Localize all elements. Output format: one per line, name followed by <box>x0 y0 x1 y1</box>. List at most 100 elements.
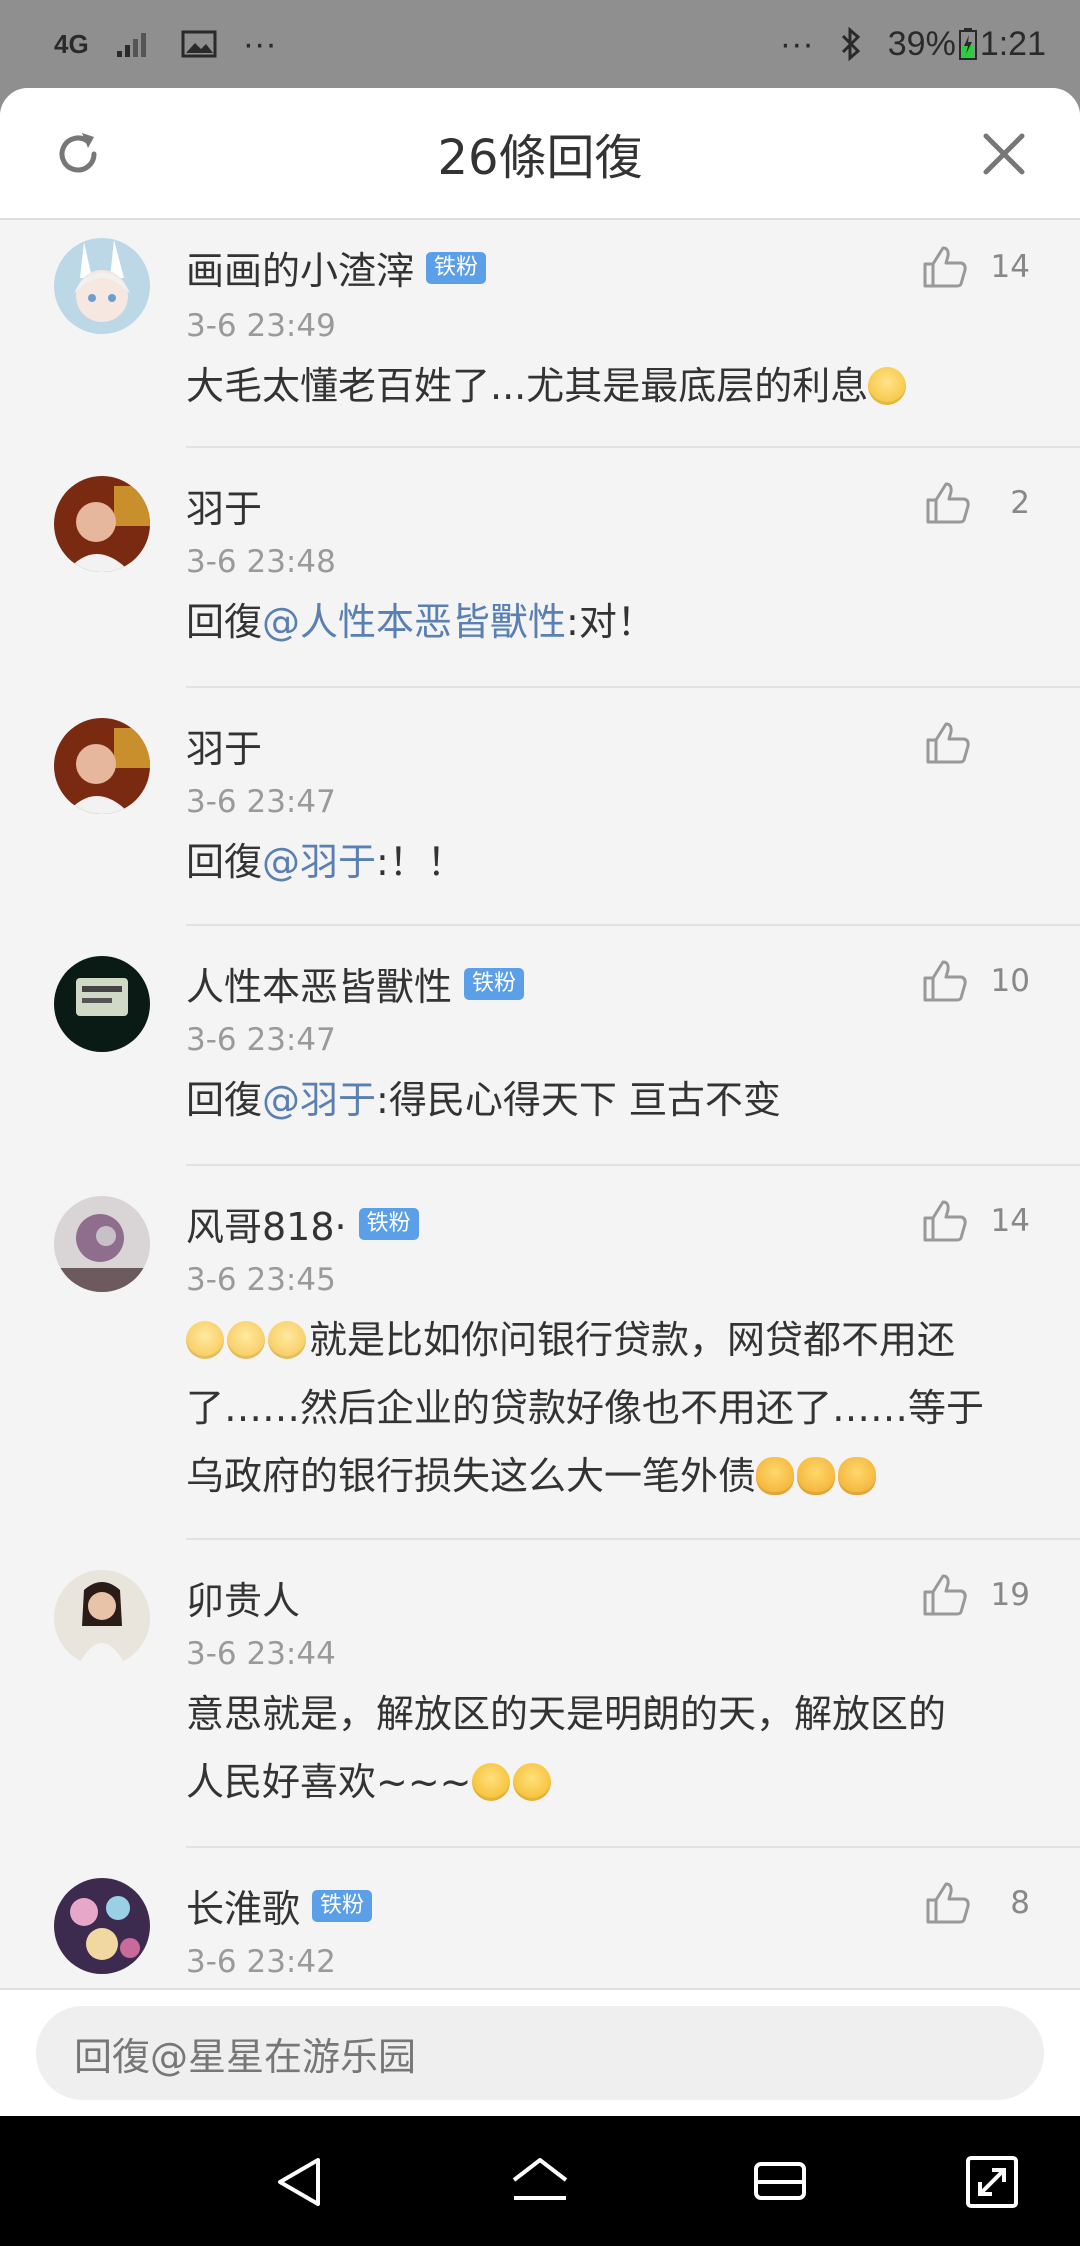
comment-text: 回復@羽于:得民心得天下 亘古不变 <box>186 1066 1036 1134</box>
comment-text: 就是比如你问银行贷款，网贷都不用还 了……然后企业的贷款好像也不用还了……等于 … <box>186 1306 1036 1510</box>
comment-line-1: 意思就是，解放区的天是明朗的天，解放区的 <box>186 1692 947 1736</box>
comment-text: 回復@人性本恶皆獸性:对！ <box>186 588 1036 656</box>
like-button[interactable] <box>924 720 1030 766</box>
comment-item: 羽于 2 3-6 23:48 回復@人性本恶皆獸性:对！ <box>0 448 1080 688</box>
avatar[interactable] <box>54 1570 150 1666</box>
fan-badge: 铁粉 <box>464 967 525 1000</box>
reply-input[interactable]: 回復@星星在游乐园 <box>36 2006 1044 2100</box>
mention-link[interactable]: @羽于 <box>262 1078 376 1122</box>
battery-icon <box>958 27 978 61</box>
bear-emoji-icon <box>838 1457 877 1495</box>
thumbs-up-icon <box>923 1574 967 1616</box>
status-bar: 4G ··· ··· 39% 1:21 <box>0 0 1080 88</box>
mention-link[interactable]: @人性本恶皆獸性 <box>262 600 566 644</box>
comment-author[interactable]: 画画的小渣滓 铁粉 <box>186 240 487 295</box>
comment-body: 大毛太懂老百姓了...尤其是最底层的利息 <box>186 364 869 408</box>
thumbs-up-icon <box>926 722 970 764</box>
author-name: 画画的小渣滓 <box>186 249 415 293</box>
like-count: 8 <box>1010 1885 1030 1921</box>
reply-prefix: 回復 <box>186 1078 263 1122</box>
reply-prefix: 回復 <box>186 840 263 884</box>
comment-line: 就是比如你问银行贷款，网贷都不用还 <box>186 1306 1036 1374</box>
comment-author[interactable]: 风哥818· 铁粉 <box>186 1196 419 1251</box>
comment-item: 羽于 3-6 23:47 回復@羽于:！！ <box>0 688 1080 926</box>
comment-time: 3-6 23:48 <box>186 544 336 580</box>
like-count: 2 <box>1010 485 1030 521</box>
grin-emoji-icon <box>471 1763 510 1801</box>
mention-link[interactable]: @羽于 <box>262 840 376 884</box>
like-button[interactable]: 14 <box>921 244 1030 290</box>
comment-list[interactable]: 画画的小渣滓 铁粉 14 3-6 23:49 大毛太懂老百姓了...尤其是最底层… <box>0 220 1080 1988</box>
navigation-bar <box>0 2116 1080 2246</box>
recents-button[interactable] <box>750 2154 810 2210</box>
like-button[interactable]: 19 <box>921 1572 1030 1618</box>
avatar[interactable] <box>54 956 150 1052</box>
status-more-left: ··· <box>242 24 277 63</box>
comment-text: 回復@羽于:！！ <box>186 828 1036 896</box>
like-count: 10 <box>990 963 1030 999</box>
status-bar-right: ··· 39% 1:21 <box>780 25 1046 64</box>
reply-prefix: 回復 <box>186 600 263 644</box>
comment-body: :！！ <box>376 840 465 884</box>
yum-emoji-icon <box>227 1321 265 1359</box>
avatar[interactable] <box>54 1196 150 1292</box>
status-bar-left: 4G ··· <box>54 25 277 64</box>
avatar[interactable] <box>54 476 150 572</box>
author-name: 卯贵人 <box>186 1579 301 1623</box>
author-name: 长淮歌 <box>186 1887 301 1931</box>
laugh-cry-emoji-icon <box>868 367 907 405</box>
signal-icon <box>115 29 155 59</box>
close-button[interactable] <box>976 126 1032 182</box>
grin-emoji-icon <box>512 1763 551 1801</box>
comment-line-2: 了……然后企业的贷款好像也不用还了……等于 <box>186 1386 985 1430</box>
comment-author[interactable]: 羽于 <box>186 718 262 773</box>
expand-button[interactable] <box>962 2154 1022 2210</box>
like-button[interactable]: 8 <box>924 1880 1030 1926</box>
comment-item: 长淮歌 铁粉 8 3-6 23:42 <box>0 1848 1080 1988</box>
comment-line-1: 就是比如你问银行贷款，网贷都不用还 <box>309 1318 956 1362</box>
author-name: 风哥818· <box>186 1205 347 1249</box>
replies-sheet: 26條回復 画画的小渣滓 铁粉 14 3-6 23:49 大毛太懂老百姓了...… <box>0 88 1080 2116</box>
like-count: 19 <box>990 1577 1030 1613</box>
refresh-button[interactable] <box>48 124 108 184</box>
avatar[interactable] <box>54 238 150 334</box>
close-icon <box>983 133 1025 175</box>
comment-time: 3-6 23:47 <box>186 784 336 820</box>
comment-time: 3-6 23:45 <box>186 1262 336 1298</box>
author-name: 人性本恶皆獸性 <box>186 965 453 1009</box>
thumbs-up-icon <box>926 482 970 524</box>
reply-input-placeholder: 回復@星星在游乐园 <box>74 2034 417 2079</box>
like-button[interactable]: 10 <box>921 958 1030 1004</box>
author-name: 羽于 <box>186 487 263 531</box>
battery-percent: 39% <box>887 24 956 63</box>
comment-item: 人性本恶皆獸性 铁粉 10 3-6 23:47 回復@羽于:得民心得天下 亘古不… <box>0 926 1080 1166</box>
comment-time: 3-6 23:49 <box>186 308 336 344</box>
comment-body: :得民心得天下 亘古不变 <box>376 1078 781 1122</box>
yum-emoji-icon <box>268 1321 306 1359</box>
reply-input-bar: 回復@星星在游乐园 <box>0 1988 1080 2116</box>
comment-author[interactable]: 长淮歌 铁粉 <box>186 1878 373 1933</box>
comment-author[interactable]: 羽于 <box>186 478 262 533</box>
comment-line: 乌政府的银行损失这么大一笔外债 <box>186 1442 1036 1510</box>
status-more-right: ··· <box>779 24 814 63</box>
yum-emoji-icon <box>186 1321 224 1359</box>
image-icon <box>181 29 217 59</box>
comment-author[interactable]: 人性本恶皆獸性 铁粉 <box>186 956 525 1011</box>
thumbs-up-icon <box>923 246 967 288</box>
clock: 1:21 <box>979 24 1046 63</box>
like-count: 14 <box>990 249 1030 285</box>
fan-badge: 铁粉 <box>312 1889 373 1922</box>
comment-author[interactable]: 卯贵人 <box>186 1570 300 1625</box>
sheet-title: 26條回復 <box>437 130 643 186</box>
avatar[interactable] <box>54 718 150 814</box>
refresh-icon <box>59 133 97 173</box>
like-button[interactable]: 2 <box>924 480 1030 526</box>
avatar[interactable] <box>54 1878 150 1974</box>
home-button[interactable] <box>510 2154 570 2210</box>
expand-icon <box>966 2156 1018 2208</box>
like-button[interactable]: 14 <box>921 1198 1030 1244</box>
comment-line-3: 乌政府的银行损失这么大一笔外债 <box>186 1454 757 1498</box>
back-triangle-icon <box>278 2158 320 2206</box>
comment-time: 3-6 23:47 <box>186 1022 336 1058</box>
back-button[interactable] <box>270 2154 330 2210</box>
